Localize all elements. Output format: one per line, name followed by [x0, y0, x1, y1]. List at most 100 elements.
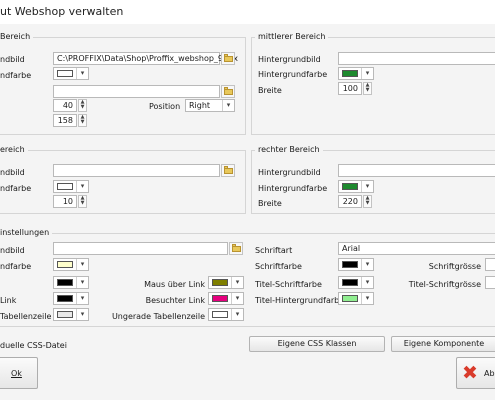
- font-size-input[interactable]: [485, 258, 495, 271]
- table-row-label: Tabellenzeile: [0, 312, 52, 321]
- spin-arrows-icon[interactable]: ▲ ▼: [363, 195, 372, 208]
- left-width-spinner[interactable]: 40: [53, 99, 77, 112]
- chevron-down-icon: ▾: [231, 293, 243, 304]
- left-lower-bgimage-label: ndbild: [0, 168, 25, 177]
- title-bgcolor-swatch: [342, 295, 358, 302]
- title-font-size-input[interactable]: [485, 276, 495, 289]
- chevron-down-icon: ▾: [76, 259, 88, 270]
- link-color-swatch: [57, 295, 73, 302]
- right-width-label: Breite: [258, 199, 282, 208]
- right-bgcolor-swatch: [342, 183, 358, 190]
- left-bgimage-label: ndbild: [0, 55, 25, 64]
- title-font-size-label: Titel-Schriftgrösse: [408, 280, 481, 289]
- settings-bgcolor-picker[interactable]: ▾: [53, 258, 89, 271]
- font-color-picker[interactable]: ▾: [338, 258, 374, 271]
- settings-bgcolor-label: ndfarbe: [0, 262, 32, 271]
- left-lower-browse-button[interactable]: [221, 164, 235, 177]
- chevron-down-icon: ▾: [361, 181, 373, 192]
- left-lower-bgcolor-swatch: [57, 183, 73, 190]
- chevron-down-icon: ▾: [222, 100, 234, 111]
- chevron-down-icon: ▾: [76, 68, 88, 79]
- font-size-label: Schriftgrösse: [428, 262, 481, 271]
- right-bgcolor-label: Hintergrundfarbe: [258, 184, 328, 193]
- folder-icon: [224, 56, 233, 62]
- chevron-down-icon: ▾: [76, 293, 88, 304]
- settings-title: instellungen: [0, 228, 53, 237]
- left-image-input-2[interactable]: [53, 85, 220, 98]
- cancel-button[interactable]: ✖ Ab: [456, 357, 495, 389]
- left-image-browse-button-2[interactable]: [221, 85, 235, 98]
- left-lower-spinner[interactable]: 10: [53, 195, 77, 208]
- left-lower-bgcolor-picker[interactable]: ▾: [53, 180, 89, 193]
- left-bgimage-browse-button[interactable]: [221, 52, 235, 65]
- left-lower-group: [0, 150, 246, 214]
- text-color-picker[interactable]: ▾: [53, 276, 89, 289]
- mouse-over-color-picker[interactable]: ▾: [208, 276, 244, 289]
- folder-icon: [232, 246, 241, 252]
- settings-browse-button[interactable]: [229, 242, 243, 255]
- visited-link-color-picker[interactable]: ▾: [208, 292, 244, 305]
- custom-component-label: Eigene Komponente: [403, 339, 485, 348]
- left-area-title: Bereich: [0, 32, 34, 41]
- title-bgcolor-label: Titel-Hintergrundfarbe: [255, 296, 345, 305]
- font-input[interactable]: Arial: [338, 242, 495, 255]
- left-lower-bgimage-input[interactable]: [53, 164, 220, 177]
- chevron-down-icon: ▾: [231, 277, 243, 288]
- middle-width-label: Breite: [258, 86, 282, 95]
- spin-arrows-icon[interactable]: ▲ ▼: [363, 82, 372, 95]
- middle-bgcolor-swatch: [342, 70, 358, 77]
- left-bgimage-input[interactable]: C:\PROFFIX\Data\Shop\Proffix_webshop_990…: [53, 52, 238, 65]
- spin-arrows-icon[interactable]: ▲ ▼: [78, 195, 87, 208]
- right-bgcolor-picker[interactable]: ▾: [338, 180, 374, 193]
- table-row-color-picker[interactable]: ▾: [53, 308, 89, 321]
- ok-label: Ok: [11, 369, 22, 378]
- font-color-swatch: [342, 261, 358, 268]
- spin-arrows-icon[interactable]: ▲ ▼: [78, 99, 87, 112]
- middle-bgcolor-label: Hintergrundfarbe: [258, 70, 328, 79]
- middle-area-title: mittlerer Bereich: [255, 32, 329, 41]
- left-bgcolor-picker[interactable]: ▾: [53, 67, 89, 80]
- title-font-color-picker[interactable]: ▾: [338, 276, 374, 289]
- cancel-label: Ab: [484, 369, 495, 378]
- link-color-picker[interactable]: ▾: [53, 292, 89, 305]
- title-font-color-swatch: [342, 279, 358, 286]
- right-width-spinner[interactable]: 220: [338, 195, 362, 208]
- settings-bgcolor-swatch: [57, 261, 73, 268]
- position-label: Position: [149, 102, 181, 111]
- left-lower-title: ereich: [0, 145, 28, 154]
- settings-bgimage-input[interactable]: [53, 242, 228, 255]
- chevron-down-icon: ▾: [361, 277, 373, 288]
- css-file-label: duelle CSS-Datei: [0, 341, 67, 350]
- visited-link-swatch: [212, 295, 228, 302]
- middle-bgimage-label: Hintergrundbild: [258, 55, 321, 64]
- left-bgcolor-swatch: [57, 70, 73, 77]
- close-icon: ✖: [462, 362, 478, 384]
- font-label: Schriftart: [255, 246, 293, 255]
- mouse-over-swatch: [212, 279, 228, 286]
- folder-icon: [224, 168, 233, 174]
- middle-bgcolor-picker[interactable]: ▾: [338, 67, 374, 80]
- left-height-spinner[interactable]: 158: [53, 114, 77, 127]
- chevron-down-icon: ▾: [361, 293, 373, 304]
- right-bgimage-label: Hintergrundbild: [258, 168, 321, 177]
- middle-bgimage-input[interactable]: [338, 52, 495, 65]
- middle-width-spinner[interactable]: 100: [338, 82, 362, 95]
- window-title: ut Webshop verwalten: [0, 5, 124, 18]
- custom-component-button[interactable]: Eigene Komponente: [391, 336, 495, 352]
- odd-row-color-picker[interactable]: ▾: [208, 308, 244, 321]
- ok-button[interactable]: Ok: [0, 357, 38, 389]
- chevron-down-icon: ▾: [361, 68, 373, 79]
- title-bgcolor-picker[interactable]: ▾: [338, 292, 374, 305]
- custom-css-classes-button[interactable]: Eigene CSS Klassen: [249, 336, 385, 352]
- position-select[interactable]: Right ▾: [185, 99, 235, 112]
- right-bgimage-input[interactable]: [338, 164, 495, 177]
- right-area-title: rechter Bereich: [255, 145, 323, 154]
- spin-arrows-icon[interactable]: ▲ ▼: [78, 114, 87, 127]
- custom-css-classes-label: Eigene CSS Klassen: [277, 339, 357, 348]
- settings-bgimage-label: ndbild: [0, 246, 25, 255]
- folder-icon: [224, 89, 233, 95]
- chevron-down-icon: ▾: [361, 259, 373, 270]
- chevron-down-icon: ▾: [76, 277, 88, 288]
- visited-link-label: Besuchter Link: [145, 296, 205, 305]
- left-lower-bgcolor-label: ndfarbe: [0, 184, 32, 193]
